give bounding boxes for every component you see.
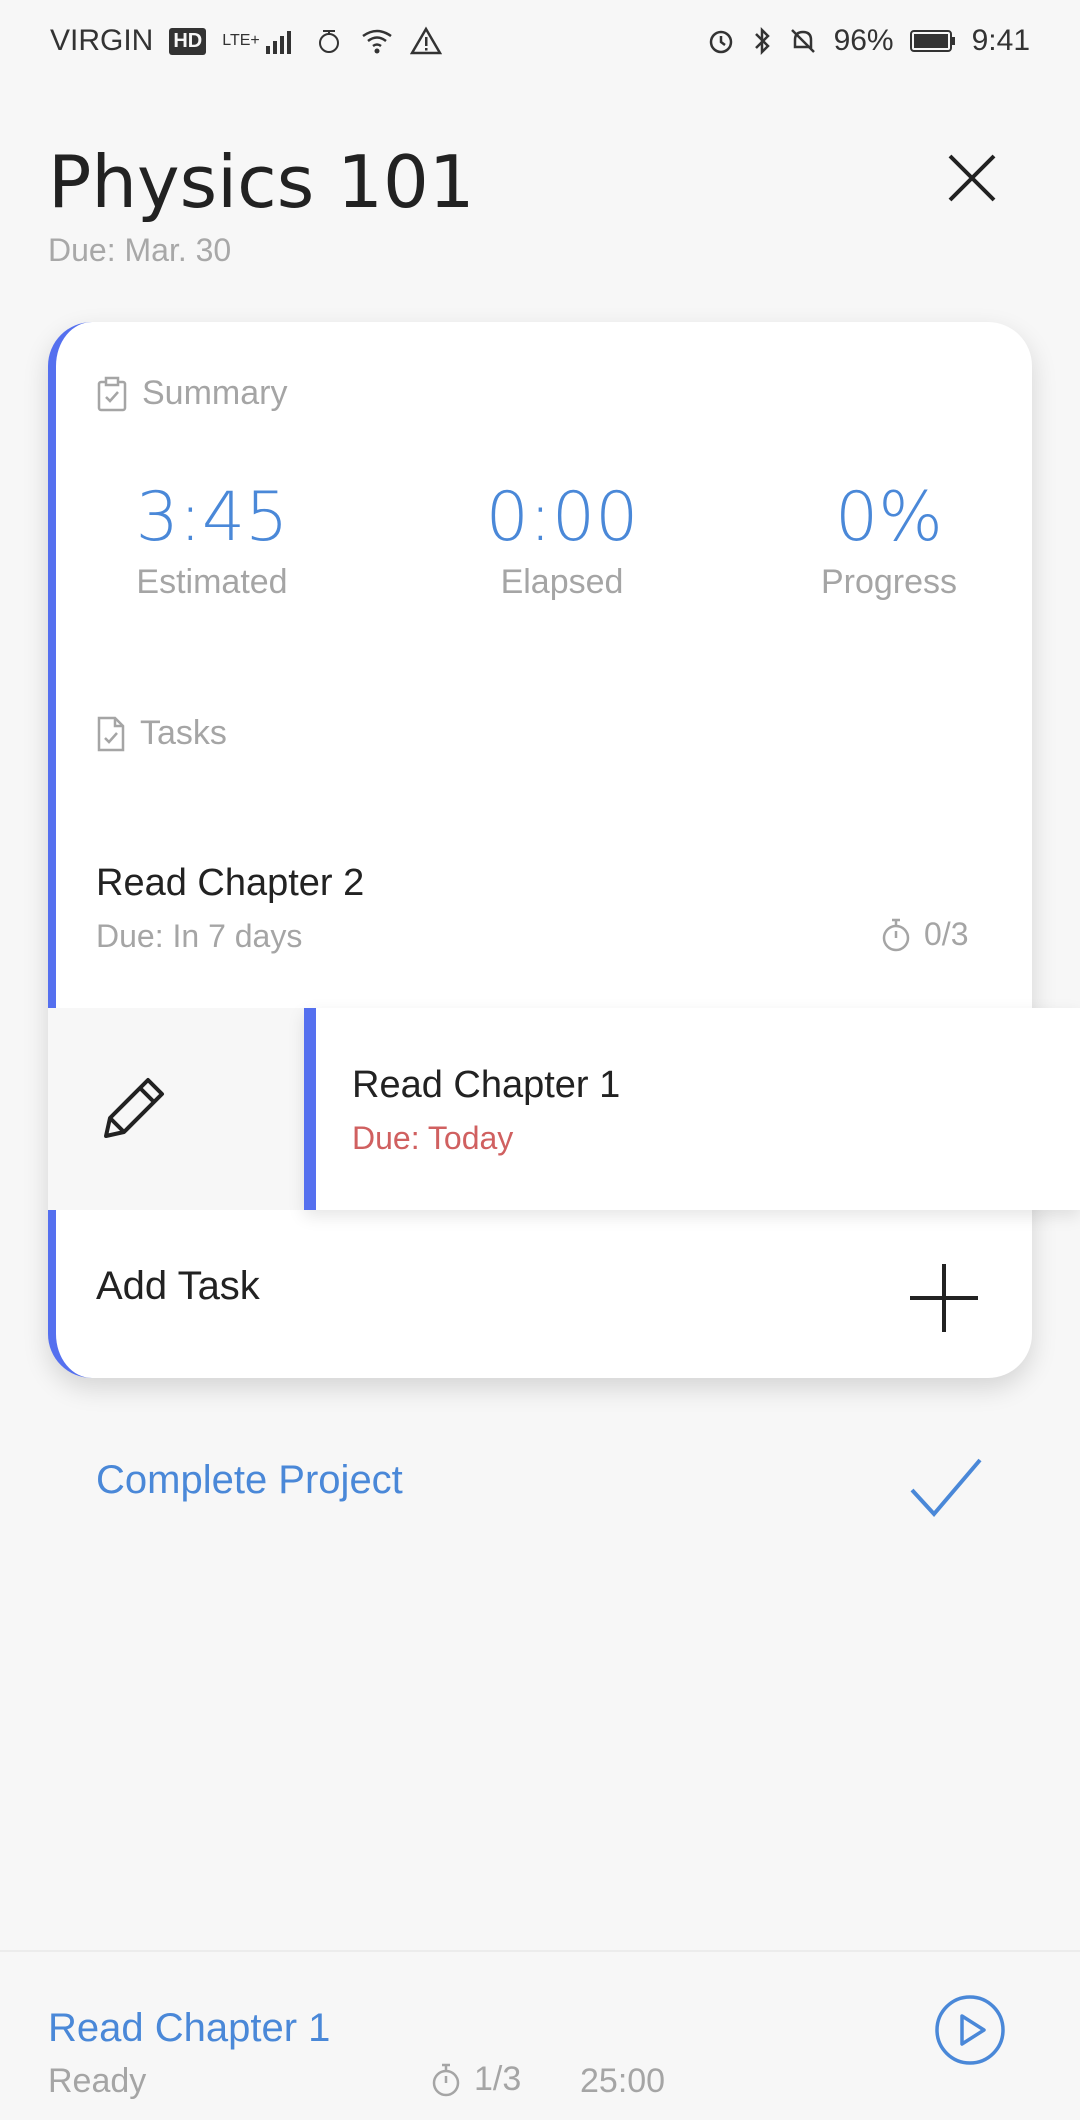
- stat-progress: 0% Progress: [759, 478, 1019, 602]
- tasks-section-header: Tasks: [96, 714, 227, 753]
- current-task-count: 1/3: [430, 2060, 521, 2099]
- pencil-icon: [104, 1078, 164, 1138]
- current-task-title: Read Chapter 1: [48, 2006, 331, 2050]
- plus-icon: [910, 1264, 978, 1332]
- task-due: Due: In 7 days: [96, 918, 303, 954]
- project-due-date: Due: Mar. 30: [48, 232, 232, 268]
- clipboard-check-icon: [97, 376, 127, 411]
- task-due-today: Due: Today: [352, 1120, 514, 1156]
- task-title: Read Chapter 2: [96, 862, 365, 904]
- mute-icon: [788, 26, 818, 56]
- data-saver-icon: [314, 26, 344, 56]
- summary-section-header: Summary: [96, 374, 287, 413]
- play-icon: [935, 1995, 1005, 2065]
- play-button[interactable]: [934, 1994, 1006, 2066]
- alarm-icon: [706, 26, 736, 56]
- elapsed-value: 0:00: [485, 478, 639, 557]
- current-task-status: Ready: [48, 2062, 147, 2100]
- checkmark-icon: [910, 1458, 982, 1518]
- current-task-timer: 25:00: [580, 2062, 666, 2100]
- wifi-icon: [360, 26, 394, 56]
- edit-task-button[interactable]: [96, 1072, 170, 1146]
- elapsed-label: Elapsed: [500, 563, 624, 601]
- close-icon: [948, 154, 996, 202]
- stopwatch-icon: [882, 918, 910, 951]
- warning-icon: [409, 26, 442, 56]
- task-title: Read Chapter 1: [352, 1064, 621, 1106]
- hd-badge: HD: [169, 27, 207, 55]
- battery-percent: 96%: [833, 24, 894, 57]
- status-left: VIRGIN HD LTE+: [50, 24, 442, 58]
- task-count-label: 0/3: [924, 916, 969, 952]
- add-task-label: Add Task: [96, 1264, 260, 1308]
- status-bar: VIRGIN HD LTE+ 96% 9:41: [0, 0, 1080, 82]
- close-button[interactable]: [944, 150, 1000, 206]
- bluetooth-icon: [752, 26, 772, 56]
- stat-estimated: 3:45 Estimated: [82, 478, 342, 602]
- battery-icon: [909, 28, 956, 54]
- progress-value: 0%: [835, 478, 943, 557]
- add-task-button[interactable]: [908, 1262, 980, 1334]
- task-pomodoro-count: 0/3: [880, 916, 968, 953]
- task-row-read-chapter-1[interactable]: Read Chapter 1 Due: Today: [304, 1008, 1080, 1210]
- status-right: 96% 9:41: [706, 24, 1030, 58]
- estimated-label: Estimated: [136, 563, 288, 601]
- summary-label: Summary: [142, 374, 288, 412]
- progress-label: Progress: [820, 563, 958, 601]
- stat-elapsed: 0:00 Elapsed: [432, 478, 692, 602]
- stopwatch-icon: [432, 2063, 460, 2096]
- document-check-icon: [97, 716, 125, 751]
- current-task-count-label: 1/3: [474, 2060, 522, 2098]
- carrier-label: VIRGIN: [50, 24, 154, 57]
- clock: 9:41: [971, 24, 1030, 57]
- complete-project-check[interactable]: [908, 1456, 984, 1520]
- page-title: Physics 101: [48, 140, 475, 224]
- complete-project-button[interactable]: Complete Project: [96, 1458, 403, 1503]
- estimated-value: 3:45: [135, 478, 289, 557]
- network-label: LTE+: [222, 32, 260, 49]
- signal-icon: LTE+: [222, 26, 298, 56]
- tasks-label: Tasks: [140, 714, 227, 752]
